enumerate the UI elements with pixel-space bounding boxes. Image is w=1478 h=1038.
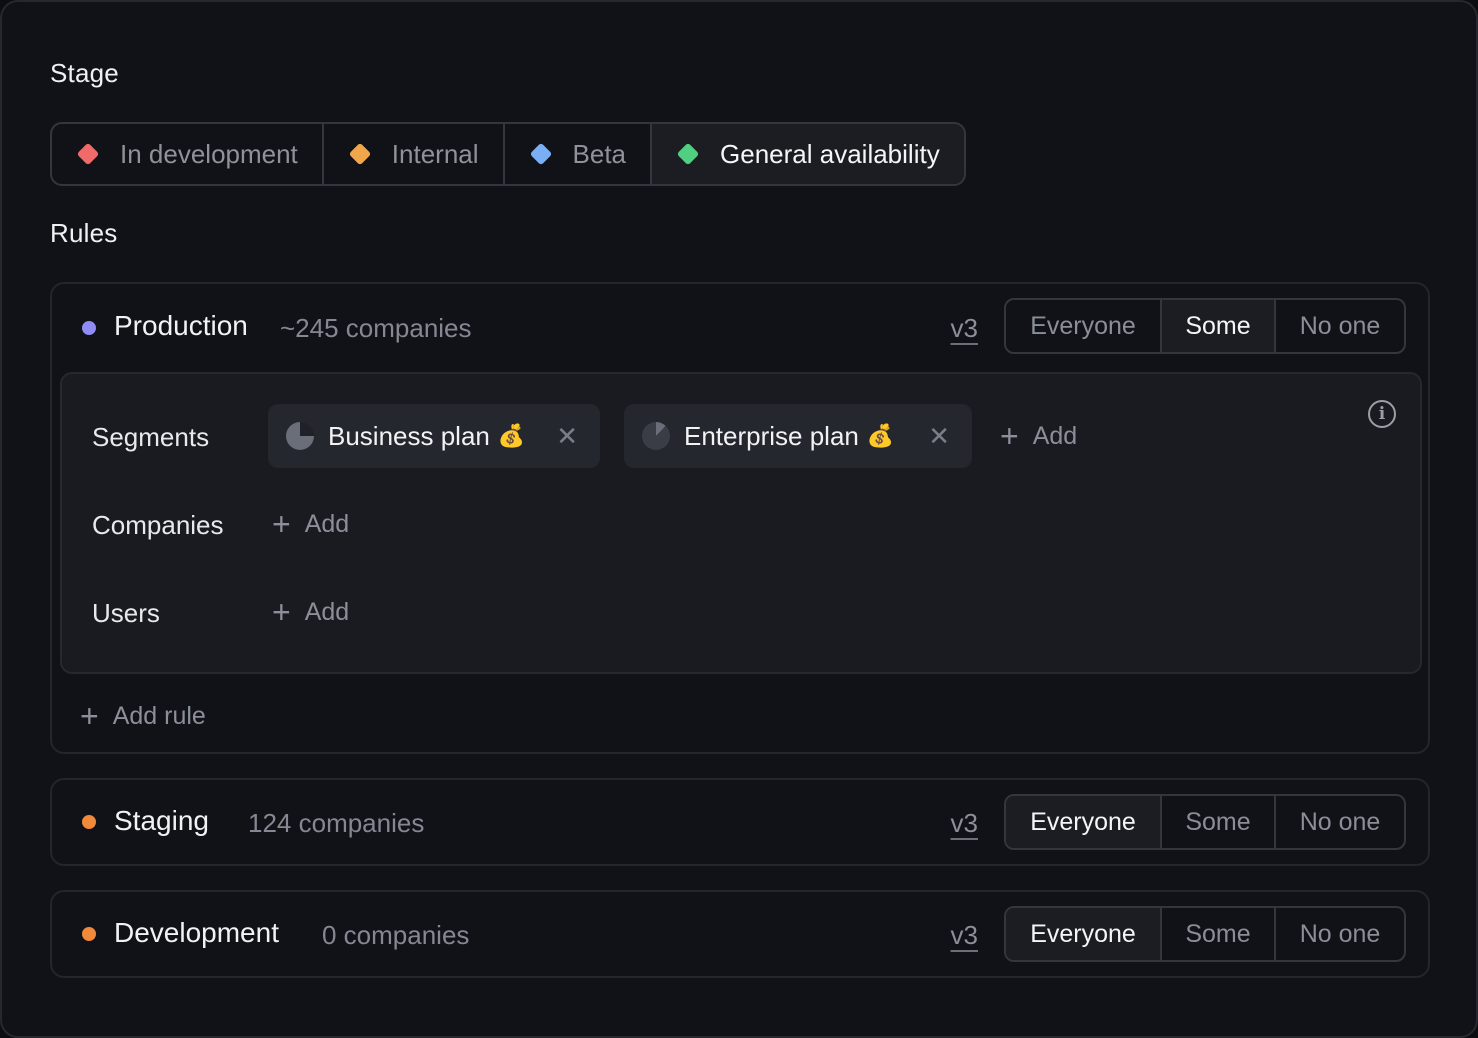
access-some[interactable]: Some xyxy=(1162,908,1276,960)
add-segment-button[interactable]: + Add xyxy=(1000,420,1077,452)
segments-label: Segments xyxy=(92,422,210,452)
add-label: Add xyxy=(304,597,350,626)
stage-heading: Stage xyxy=(50,58,119,88)
environment-company-count: ~245 companies xyxy=(280,313,472,343)
access-no-one[interactable]: No one xyxy=(1276,796,1404,848)
plus-icon: + xyxy=(272,594,291,630)
access-everyone[interactable]: Everyone xyxy=(1006,908,1162,960)
pie-chart-icon xyxy=(286,422,314,450)
stage-option-label: In development xyxy=(120,138,298,169)
plus-icon: + xyxy=(80,698,99,734)
environment-name: Staging xyxy=(114,805,209,836)
environment-header: Production ~245 companies v3 Everyone So… xyxy=(52,284,1428,368)
access-everyone[interactable]: Everyone xyxy=(1006,300,1162,352)
stage-option-general-availability[interactable]: General availability xyxy=(652,124,964,184)
plus-icon: + xyxy=(272,506,291,542)
money-bag-icon: 💰 xyxy=(866,423,895,448)
access-some[interactable]: Some xyxy=(1162,796,1276,848)
segment-chip-enterprise-plan[interactable]: Enterprise plan 💰 ✕ xyxy=(624,404,972,468)
add-label: Add xyxy=(304,509,350,538)
version-link[interactable]: v3 xyxy=(951,808,978,839)
environment-dot xyxy=(82,927,96,941)
rules-heading: Rules xyxy=(50,218,118,248)
info-icon[interactable]: i xyxy=(1368,400,1396,428)
add-rule-button[interactable]: + Add rule xyxy=(80,700,206,732)
version-link[interactable]: v3 xyxy=(951,920,978,951)
environment-header: Staging 124 companies v3 Everyone Some N… xyxy=(52,780,1428,864)
feature-panel: Stage In development Internal Beta Gener… xyxy=(0,0,1478,1038)
companies-label: Companies xyxy=(92,510,224,540)
add-user-button[interactable]: + Add xyxy=(272,596,349,628)
segment-chip-business-plan[interactable]: Business plan 💰 ✕ xyxy=(268,404,600,468)
version-link[interactable]: v3 xyxy=(951,313,978,344)
stage-option-in-development[interactable]: In development xyxy=(52,124,324,184)
access-no-one[interactable]: No one xyxy=(1276,300,1404,352)
rule-conditions: i Segments Business plan 💰 ✕ Enterprise … xyxy=(60,372,1422,674)
green-diamond-icon xyxy=(676,142,700,166)
access-no-one[interactable]: No one xyxy=(1276,908,1404,960)
access-some[interactable]: Some xyxy=(1162,300,1276,352)
add-rule-label: Add rule xyxy=(112,701,206,730)
add-company-button[interactable]: + Add xyxy=(272,508,349,540)
environment-header: Development 0 companies v3 Everyone Some… xyxy=(52,892,1428,976)
access-selector: Everyone Some No one xyxy=(1004,298,1406,354)
access-selector: Everyone Some No one xyxy=(1004,906,1406,962)
stage-selector: In development Internal Beta General ava… xyxy=(50,122,966,186)
segment-chip-label: Enterprise plan xyxy=(684,420,859,451)
stage-option-internal[interactable]: Internal xyxy=(324,124,505,184)
environment-name: Development xyxy=(114,917,279,948)
rule-card-development: Development 0 companies v3 Everyone Some… xyxy=(50,890,1430,978)
segment-chip-label: Business plan xyxy=(328,420,490,451)
blue-diamond-icon xyxy=(529,142,552,166)
environment-name: Production xyxy=(114,310,248,341)
environment-company-count: 124 companies xyxy=(248,808,425,838)
plus-icon: + xyxy=(1000,418,1019,454)
orange-diamond-icon xyxy=(348,142,372,166)
stage-option-label: Internal xyxy=(391,138,479,169)
rule-card-production: Production ~245 companies v3 Everyone So… xyxy=(50,282,1430,754)
access-selector: Everyone Some No one xyxy=(1004,794,1406,850)
environment-company-count: 0 companies xyxy=(322,920,470,950)
rule-card-staging: Staging 124 companies v3 Everyone Some N… xyxy=(50,778,1430,866)
stage-option-label: General availability xyxy=(720,138,940,169)
money-bag-icon: 💰 xyxy=(497,423,526,448)
close-icon[interactable]: ✕ xyxy=(928,421,950,452)
add-label: Add xyxy=(1032,421,1078,450)
red-diamond-icon xyxy=(76,142,100,166)
access-everyone[interactable]: Everyone xyxy=(1006,796,1162,848)
stage-option-label: Beta xyxy=(572,138,627,169)
environment-dot xyxy=(82,321,96,335)
close-icon[interactable]: ✕ xyxy=(556,421,578,452)
stage-option-beta[interactable]: Beta xyxy=(505,124,653,184)
pie-chart-icon xyxy=(642,422,670,450)
environment-dot xyxy=(82,815,96,829)
users-label: Users xyxy=(92,598,160,628)
